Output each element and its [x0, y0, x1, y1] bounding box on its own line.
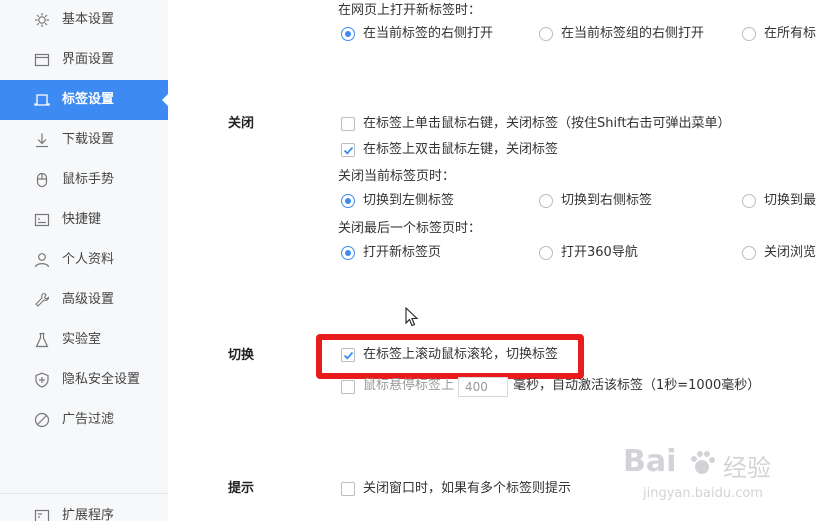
checkbox-hover-activate[interactable] — [341, 380, 355, 394]
extension-icon — [34, 509, 50, 521]
sidebar-item-label: 标签设置 — [62, 92, 115, 107]
download-icon — [36, 133, 48, 148]
radio-label: 在所有标 — [764, 26, 816, 41]
checkbox-double-click-close[interactable] — [341, 143, 355, 157]
section-title-hint: 提示 — [228, 481, 255, 496]
sidebar-item-label: 鼠标手势 — [62, 172, 115, 187]
watermark-url: jingyan.baidu.com — [643, 486, 763, 501]
sidebar-item-label: 基本设置 — [62, 12, 115, 27]
paw-icon — [691, 451, 715, 474]
watermark-brand: Bai — [623, 444, 677, 479]
sidebar-item-download[interactable]: 下载设置 — [0, 120, 168, 160]
checkbox-label: 在标签上单击鼠标右键，关闭标签（按住Shift右击可弹出菜单） — [363, 116, 731, 131]
sidebar-item-profile[interactable]: 个人资料 — [0, 240, 168, 280]
radio-switch-right[interactable] — [539, 194, 553, 208]
section-title-switch: 切换 — [228, 348, 255, 363]
sidebar-item-basic[interactable]: 基本设置 — [0, 0, 168, 40]
radio-label: 切换到左侧标签 — [363, 193, 455, 208]
tab-settings-panel: 在网页上打开新标签时： 在当前标签的右侧打开 在当前标签组的右侧打开 在所有标 … — [168, 0, 816, 521]
sidebar-item-shortcuts[interactable]: 快捷键 — [0, 200, 168, 240]
checkbox-warn-multi-tab-close[interactable] — [341, 482, 355, 496]
sidebar-item-privacy[interactable]: 隐私安全设置 — [0, 360, 168, 400]
keyboard-icon — [34, 213, 50, 227]
sidebar-item-label: 高级设置 — [62, 292, 115, 307]
hover-label-prefix: 鼠标悬停标签上 — [363, 378, 455, 393]
sidebar-item-label: 广告过滤 — [62, 412, 115, 427]
radio-label: 打开360导航 — [561, 245, 638, 260]
sidebar-item-extensions[interactable]: 扩展程序 — [0, 496, 168, 521]
radio-open-new-tab[interactable] — [341, 246, 355, 260]
radio-label: 在当前标签的右侧打开 — [363, 26, 494, 41]
window-icon — [34, 53, 50, 67]
close-current-prompt: 关闭当前标签页时： — [338, 169, 456, 184]
checkbox-right-click-close[interactable] — [341, 117, 355, 131]
hover-delay-input[interactable]: 400 — [458, 377, 508, 397]
shield-icon — [35, 372, 49, 388]
radio-label: 在当前标签组的右侧打开 — [561, 26, 705, 41]
close-last-prompt: 关闭最后一个标签页时： — [338, 221, 482, 236]
mouse-icon — [36, 172, 48, 188]
sidebar-item-label: 实验室 — [62, 332, 102, 347]
radio-switch-last[interactable] — [742, 194, 756, 208]
section-title-close: 关闭 — [228, 116, 255, 131]
radio-open-360-nav[interactable] — [539, 246, 553, 260]
tab-icon — [34, 94, 50, 106]
radio-label: 关闭浏览 — [764, 245, 816, 260]
block-icon — [34, 412, 50, 428]
radio-open-right-of-all[interactable] — [742, 27, 756, 41]
sidebar-item-label: 界面设置 — [62, 52, 115, 67]
checkbox-label: 在标签上双击鼠标左键，关闭标签 — [363, 142, 559, 157]
hover-label-suffix: 毫秒，自动激活该标签（1秒=1000毫秒） — [513, 378, 761, 393]
gear-icon — [35, 13, 49, 27]
radio-switch-left[interactable] — [341, 194, 355, 208]
sidebar-item-label: 快捷键 — [62, 212, 102, 227]
sidebar-item-advanced[interactable]: 高级设置 — [0, 280, 168, 320]
radio-label: 切换到右侧标签 — [561, 193, 653, 208]
radio-open-right-of-current[interactable] — [341, 27, 355, 41]
radio-open-right-of-group[interactable] — [539, 27, 553, 41]
sidebar-item-label: 扩展程序 — [62, 508, 115, 521]
radio-label: 切换到最 — [764, 193, 816, 208]
sidebar-item-label: 下载设置 — [62, 132, 115, 147]
sidebar-item-adblock[interactable]: 广告过滤 — [0, 400, 168, 440]
sidebar-item-tabs[interactable]: 标签设置 — [0, 80, 169, 120]
baidu-jingyan-watermark: Bai 经验 jingyan.baidu.com — [623, 444, 813, 514]
open-tab-prompt: 在网页上打开新标签时： — [338, 3, 482, 18]
checkbox-label: 关闭窗口时，如果有多个标签则提示 — [363, 481, 572, 496]
wrench-icon — [35, 292, 50, 307]
user-icon — [34, 253, 50, 268]
flask-icon — [35, 332, 49, 348]
sidebar-item-lab[interactable]: 实验室 — [0, 320, 168, 360]
sidebar-item-label: 隐私安全设置 — [62, 372, 141, 387]
radio-close-browser[interactable] — [742, 246, 756, 260]
watermark-brand-suffix: 经验 — [723, 454, 771, 482]
sidebar-item-mouse-gesture[interactable]: 鼠标手势 — [0, 160, 168, 200]
red-highlight-box — [316, 334, 584, 379]
checkmark-icon — [343, 146, 354, 155]
radio-label: 打开新标签页 — [363, 245, 442, 260]
sidebar-divider — [0, 493, 168, 494]
mouse-cursor-icon — [405, 307, 419, 327]
sidebar-item-label: 个人资料 — [62, 252, 115, 267]
settings-sidebar: 基本设置 界面设置 标签设置 下载设置 鼠标手势 快捷键 个人资料 高级设置 实… — [0, 0, 169, 521]
sidebar-item-interface[interactable]: 界面设置 — [0, 40, 168, 80]
